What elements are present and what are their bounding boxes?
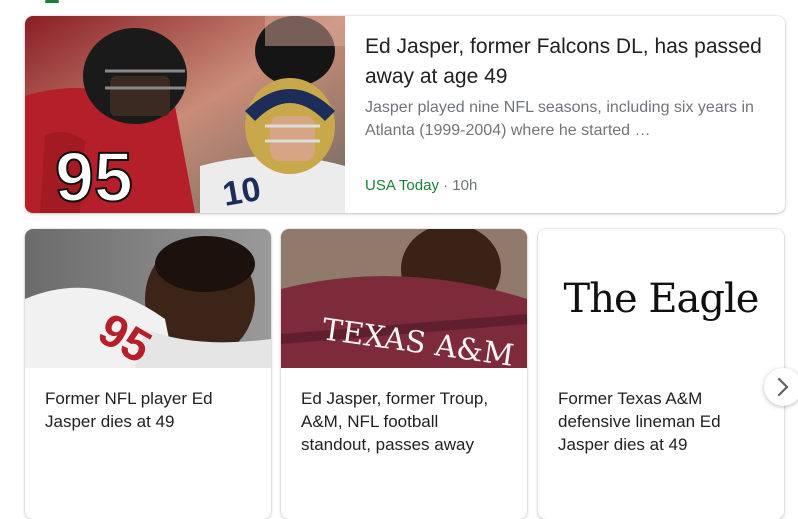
chevron-right-icon xyxy=(777,377,789,397)
top-story-card[interactable]: 95 10 Ed Jasper, former Falcons DL, has … xyxy=(25,16,785,213)
carousel-next-button[interactable] xyxy=(764,368,798,406)
card-thumbnail: 95 xyxy=(25,229,271,368)
news-card[interactable]: 95 Former NFL player Ed Jasper dies at 4… xyxy=(25,229,271,519)
card-headline[interactable]: Ed Jasper, former Troup, A&M, NFL footba… xyxy=(301,387,511,456)
jersey-number-95: 95 xyxy=(55,138,133,213)
card-headline[interactable]: Former Texas A&M defensive lineman Ed Ja… xyxy=(558,387,768,456)
accent-strip xyxy=(45,0,59,3)
news-card[interactable]: TEXAS A&M Ed Jasper, former Troup, A&M, … xyxy=(281,229,527,519)
publisher-logo: The Eagle xyxy=(563,275,760,322)
top-story-source: USA Today xyxy=(365,177,439,194)
top-story-meta: USA Today · 10h xyxy=(365,177,477,194)
meta-separator: · xyxy=(438,177,453,194)
top-story-image: 95 10 xyxy=(25,16,345,213)
jersey-number-10: 10 xyxy=(220,170,264,213)
top-story-age: 10h xyxy=(452,177,478,194)
news-card[interactable]: The Eagle Former Texas A&M defensive lin… xyxy=(538,229,784,519)
card-headline[interactable]: Former NFL player Ed Jasper dies at 49 xyxy=(45,387,255,433)
top-story-headline[interactable]: Ed Jasper, former Falcons DL, has passed… xyxy=(365,32,765,92)
top-story-snippet: Jasper played nine NFL seasons, includin… xyxy=(365,99,754,139)
card-thumbnail: TEXAS A&M xyxy=(281,229,527,368)
